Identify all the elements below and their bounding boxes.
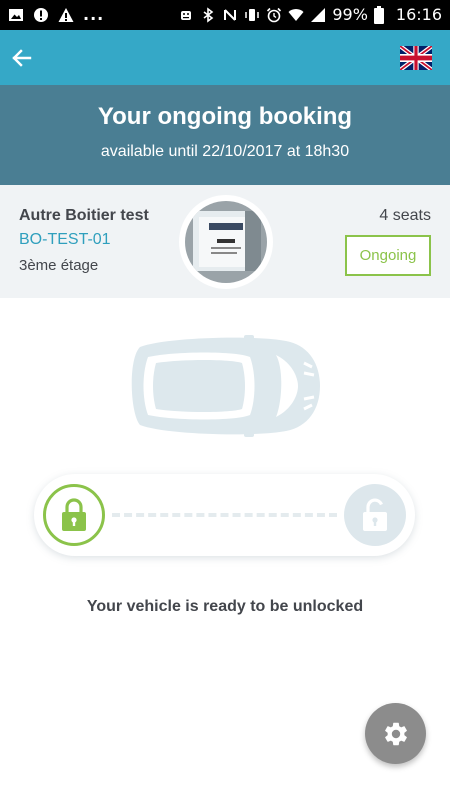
vehicle-photo — [185, 201, 267, 283]
android-icon — [181, 11, 192, 20]
battery-percent: 99% — [332, 5, 368, 24]
app-bar — [0, 30, 450, 85]
status-badge[interactable]: Ongoing — [345, 235, 431, 276]
battery-icon — [373, 6, 384, 24]
gear-icon — [384, 722, 407, 745]
lock-closed-icon — [62, 498, 86, 531]
availability-text: available until 22/10/2017 at 18h30 — [100, 143, 350, 160]
booking-card: Autre Boitier test BO-TEST-01 3ème étage… — [0, 185, 450, 298]
vehicle-code: BO-TEST-01 — [19, 231, 111, 248]
image-icon — [9, 9, 23, 21]
box-device-image — [185, 201, 267, 283]
signal-icon — [311, 8, 326, 22]
status-bar-system: 99% 16:16 — [178, 5, 442, 25]
back-button[interactable] — [6, 42, 38, 74]
uk-flag-icon[interactable] — [400, 46, 432, 70]
bluetooth-icon — [203, 7, 214, 23]
screen: ... 99% 16:16 Your ongoing booking avail… — [0, 0, 450, 800]
wifi-icon — [288, 9, 304, 21]
car-illustration — [131, 335, 320, 437]
unlock-target — [344, 484, 406, 546]
alarm-icon — [267, 7, 282, 23]
page-title: Your ongoing booking — [97, 103, 353, 130]
slider-track — [112, 513, 337, 517]
status-bar-notifications: ... — [8, 5, 104, 25]
slider-knob[interactable] — [43, 484, 105, 546]
booking-header: Your ongoing booking available until 22/… — [0, 85, 450, 185]
alert-circle-icon — [34, 8, 48, 22]
unlock-ready-message: Your vehicle is ready to be unlocked — [86, 598, 364, 615]
status-bar: ... 99% 16:16 — [0, 0, 450, 30]
unlock-slider[interactable] — [34, 474, 415, 556]
clock: 16:16 — [395, 5, 442, 24]
seat-count: 4 seats — [379, 207, 431, 224]
nfc-icon — [224, 9, 237, 21]
vibrate-icon — [245, 9, 260, 21]
parking-floor: 3ème étage — [19, 257, 99, 274]
notifications-overflow: ... — [83, 5, 105, 24]
lock-open-icon — [363, 498, 387, 531]
settings-button[interactable] — [365, 703, 426, 764]
arrow-left-icon — [12, 49, 32, 67]
vehicle-name: Autre Boitier test — [19, 207, 149, 224]
warning-icon — [58, 8, 74, 22]
